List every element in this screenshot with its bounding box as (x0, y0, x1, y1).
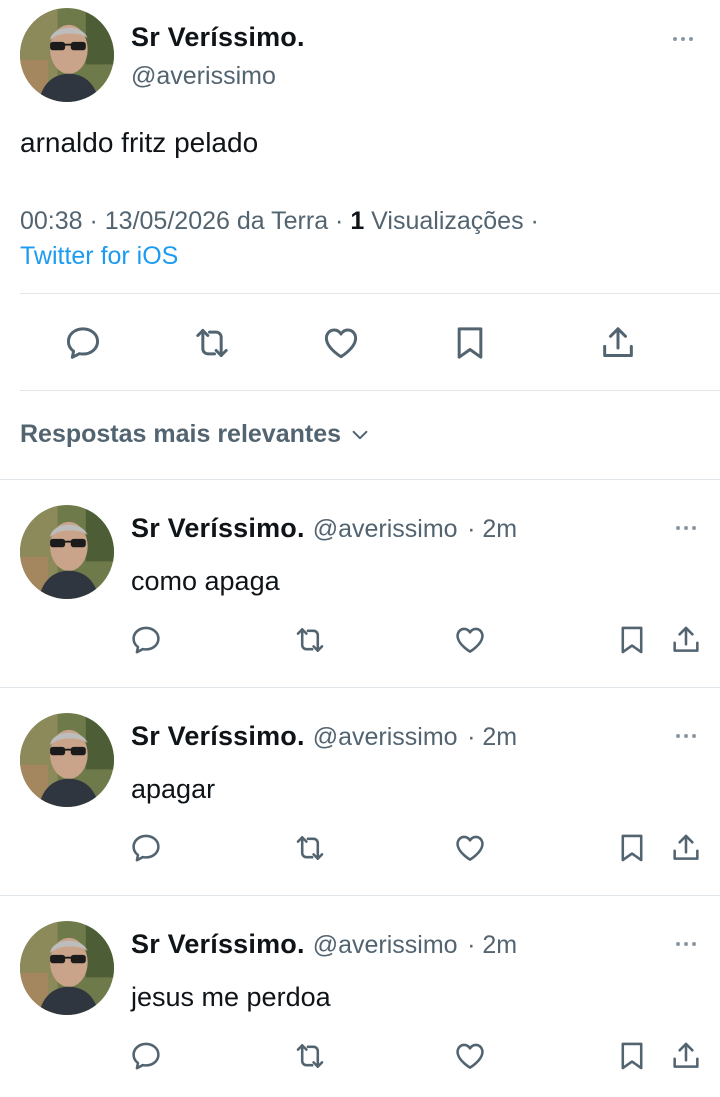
reply-age: · 2m (467, 515, 518, 543)
more-dots-icon[interactable] (676, 942, 696, 946)
retweet-icon[interactable] (191, 322, 233, 364)
reply-icon[interactable] (128, 1038, 164, 1074)
divider (20, 390, 720, 391)
reply-icon[interactable] (62, 322, 104, 364)
share-icon[interactable] (668, 1038, 704, 1074)
more-dots-icon[interactable] (673, 37, 693, 41)
reply-text: jesus me perdoa (131, 982, 331, 1012)
reply-author-handle[interactable]: @averissimo (313, 723, 458, 751)
divider (0, 895, 720, 896)
share-icon[interactable] (597, 322, 639, 364)
tweet-meta: 00:38 · 13/05/2026 da Terra · 1 Visualiz… (20, 204, 680, 274)
reply-avatar[interactable] (20, 921, 114, 1015)
tweet-text: arnaldo fritz pelado (20, 127, 259, 158)
reply-header: Sr Veríssimo. @averissimo · 2m (131, 929, 517, 960)
chevron-down-icon (352, 430, 368, 439)
bookmark-icon[interactable] (614, 830, 650, 866)
retweet-icon[interactable] (292, 622, 328, 658)
retweet-icon[interactable] (292, 830, 328, 866)
bookmark-icon[interactable] (449, 322, 491, 364)
reply-author-name[interactable]: Sr Veríssimo. (131, 721, 305, 751)
reply-age: · 2m (467, 931, 518, 959)
author-handle[interactable]: @averissimo (131, 62, 276, 91)
sort-replies-dropdown[interactable]: Respostas mais relevantes (20, 420, 371, 449)
reply-age: · 2m (467, 723, 518, 751)
sort-label: Respostas mais relevantes (20, 420, 342, 448)
reply-icon[interactable] (128, 830, 164, 866)
reply-avatar[interactable] (20, 505, 114, 599)
author-name[interactable]: Sr Veríssimo. (131, 22, 305, 53)
reply-text: como apaga (131, 566, 280, 596)
bookmark-icon[interactable] (614, 1038, 650, 1074)
reply-header: Sr Veríssimo. @averissimo · 2m (131, 513, 517, 544)
heart-icon[interactable] (452, 830, 488, 866)
more-dots-icon[interactable] (676, 734, 696, 738)
tweet-source[interactable]: Twitter for iOS (20, 242, 178, 270)
reply-text: apagar (131, 774, 216, 804)
reply-author-handle[interactable]: @averissimo (313, 931, 458, 959)
author-avatar[interactable] (20, 8, 114, 102)
reply-author-name[interactable]: Sr Veríssimo. (131, 929, 305, 959)
heart-icon[interactable] (452, 1038, 488, 1074)
tweet-timestamp[interactable]: 00:38 · 13/05/2026 da Terra · (20, 207, 350, 235)
divider (0, 479, 720, 480)
bookmark-icon[interactable] (614, 622, 650, 658)
views-count: 1 (350, 207, 365, 235)
reply-author-handle[interactable]: @averissimo (313, 515, 458, 543)
share-icon[interactable] (668, 830, 704, 866)
divider (20, 293, 720, 294)
reply-author-name[interactable]: Sr Veríssimo. (131, 513, 305, 543)
heart-icon[interactable] (452, 622, 488, 658)
retweet-icon[interactable] (292, 1038, 328, 1074)
views-label: Visualizações · (364, 207, 539, 235)
reply-avatar[interactable] (20, 713, 114, 807)
reply-icon[interactable] (128, 622, 164, 658)
divider (0, 687, 720, 688)
share-icon[interactable] (668, 622, 704, 658)
more-dots-icon[interactable] (676, 526, 696, 530)
reply-header: Sr Veríssimo. @averissimo · 2m (131, 721, 517, 752)
heart-icon[interactable] (320, 322, 362, 364)
